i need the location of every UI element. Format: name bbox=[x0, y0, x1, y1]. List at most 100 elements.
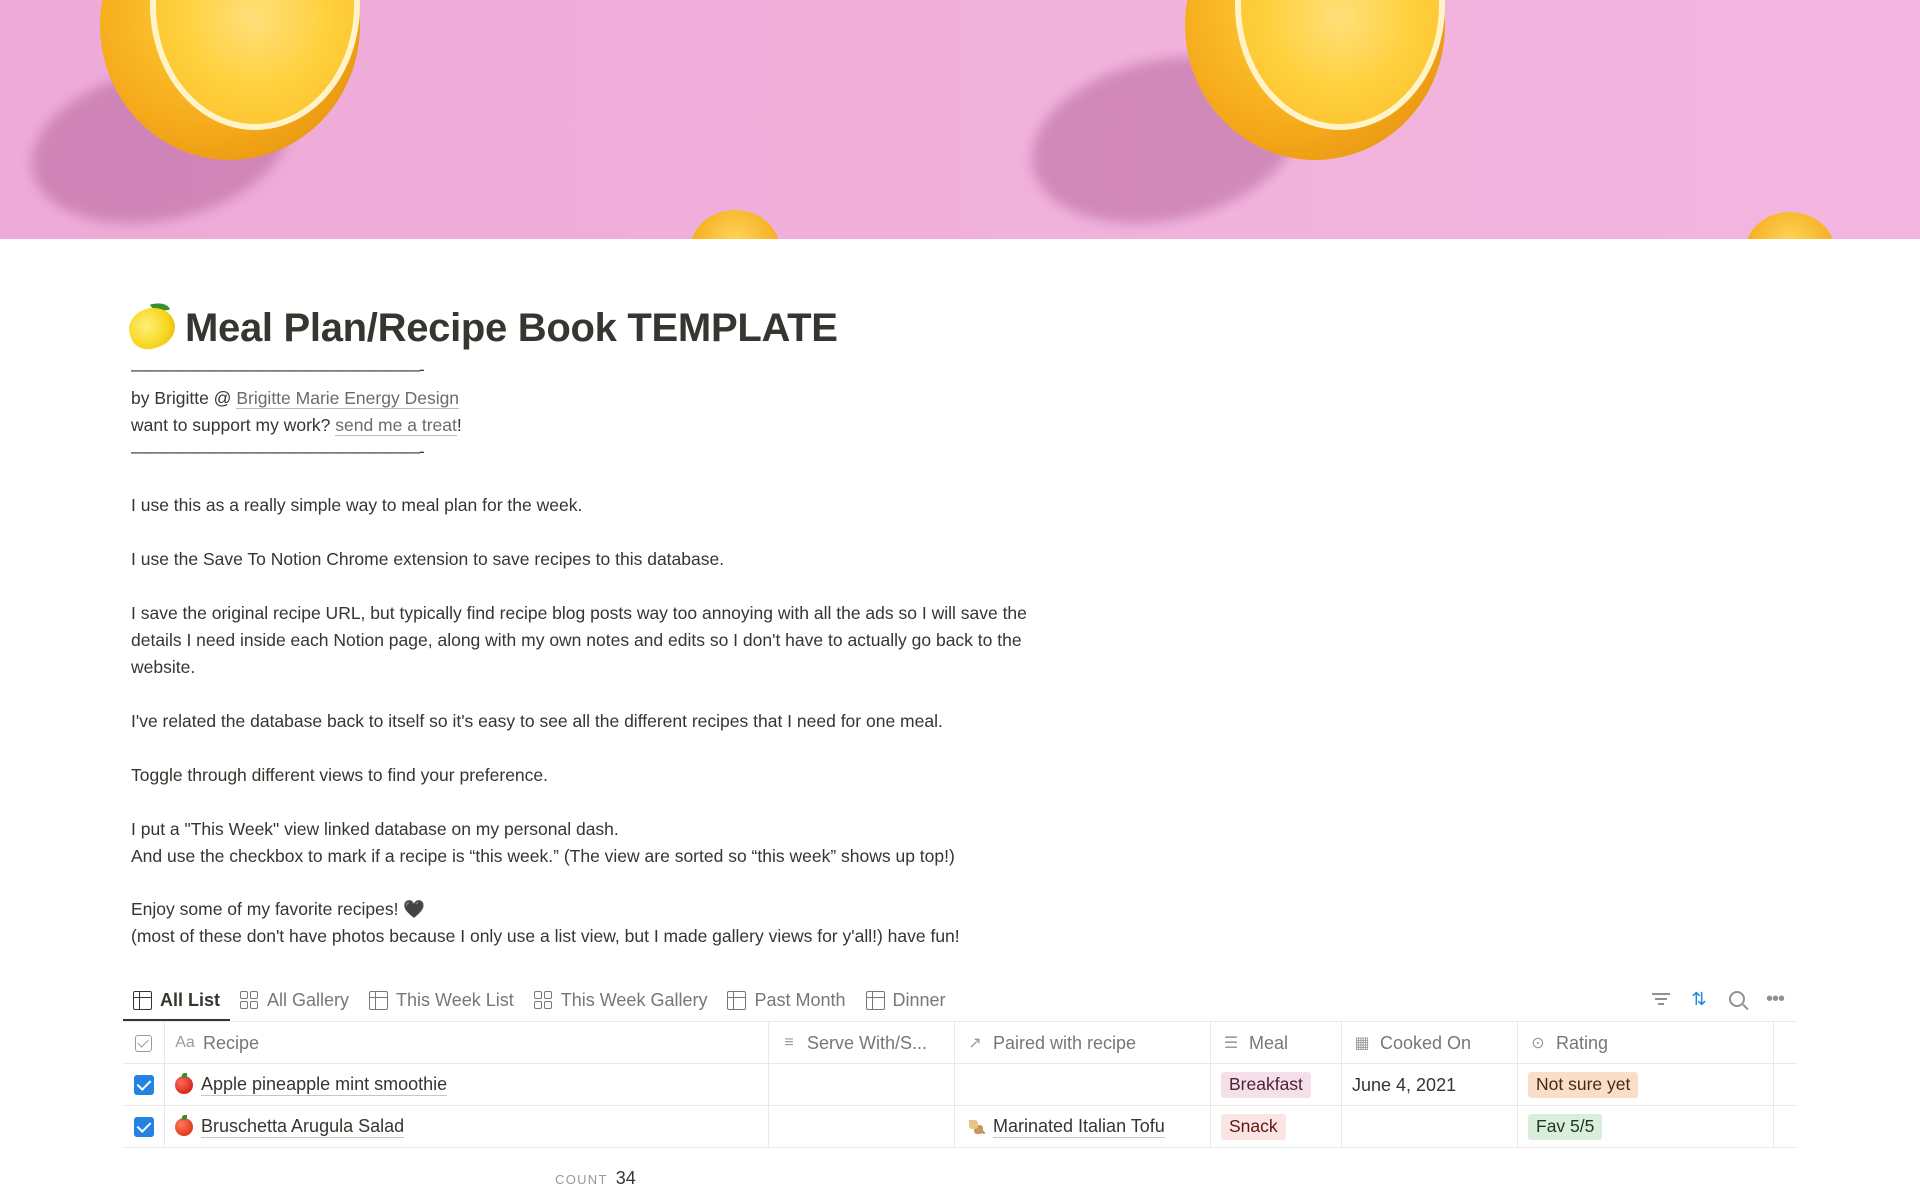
serve-with-cell[interactable] bbox=[769, 1064, 955, 1106]
row-spacer bbox=[1774, 1106, 1797, 1148]
column-header-label: Rating bbox=[1556, 1032, 1609, 1053]
select-icon: ⊙ bbox=[1531, 1035, 1545, 1052]
rating-cell[interactable]: Not sure yet bbox=[1518, 1064, 1774, 1106]
column-header-label: Serve With/S... bbox=[807, 1032, 928, 1053]
column-header-label: Meal bbox=[1249, 1032, 1289, 1053]
row-checkbox-cell[interactable] bbox=[123, 1064, 165, 1106]
this-week-checkbox[interactable] bbox=[133, 1117, 154, 1137]
filter-icon bbox=[1652, 992, 1670, 1006]
relation-arrow-icon: ↗ bbox=[968, 1035, 982, 1052]
gallery-icon bbox=[533, 990, 553, 1010]
paragraph: And use the checkbox to mark if a recipe… bbox=[131, 846, 955, 866]
meal-cell[interactable]: Snack bbox=[1211, 1106, 1342, 1148]
support-suffix: ! bbox=[456, 415, 462, 435]
tomato-icon bbox=[175, 1115, 193, 1136]
cooked-on-cell[interactable]: June 4, 2021 bbox=[1342, 1064, 1518, 1106]
gallery-icon bbox=[240, 990, 259, 1010]
more-options-button[interactable]: ••• bbox=[1764, 984, 1786, 1014]
row-count[interactable]: COUNT 34 bbox=[555, 1168, 636, 1189]
table-row[interactable]: Apple pineapple mint smoothie Breakfast … bbox=[123, 1064, 1797, 1106]
paragraph: I save the original recipe URL, but typi… bbox=[131, 603, 1027, 623]
row-spacer bbox=[1774, 1064, 1797, 1106]
byline: by Brigitte @ Brigitte Marie Energy Desi… bbox=[131, 388, 460, 409]
tab-label: Past Month bbox=[754, 989, 846, 1010]
skewer-icon bbox=[965, 1117, 985, 1137]
table-icon bbox=[865, 990, 885, 1010]
cooked-on-cell[interactable] bbox=[1342, 1106, 1518, 1148]
tab-label: This Week Gallery bbox=[560, 989, 708, 1010]
table-header-row: Aa Recipe ≡ Serve With/S... ↗ Paired wit… bbox=[123, 1022, 1797, 1064]
paragraph: I use the Save To Notion Chrome extensio… bbox=[131, 549, 725, 569]
support-line: want to support my work? send me a treat… bbox=[131, 415, 462, 436]
row-checkbox-cell[interactable] bbox=[123, 1106, 165, 1148]
paragraph: I use this as a really simple way to mea… bbox=[131, 495, 583, 515]
serve-with-cell[interactable] bbox=[769, 1106, 955, 1148]
tab-past-month[interactable]: Past Month bbox=[717, 980, 855, 1020]
rating-tag: Not sure yet bbox=[1528, 1072, 1639, 1098]
title-aa-icon: Aa bbox=[175, 1034, 195, 1051]
page-cover-image[interactable] bbox=[0, 0, 1920, 239]
tab-all-list[interactable]: All List bbox=[123, 980, 231, 1022]
paired-cell[interactable] bbox=[955, 1064, 1211, 1106]
table-icon bbox=[133, 990, 152, 1010]
table-row[interactable]: Bruschetta Arugula Salad Marinated Itali… bbox=[123, 1106, 1797, 1148]
divider-text: ——————————————————- bbox=[131, 360, 425, 379]
divider-text: ——————————————————- bbox=[131, 442, 425, 461]
byline-prefix: by Brigitte @ bbox=[131, 388, 237, 408]
checkbox-icon bbox=[135, 1034, 152, 1052]
tab-this-week-gallery[interactable]: This Week Gallery bbox=[524, 980, 718, 1020]
paragraph: I've related the database back to itself… bbox=[131, 711, 943, 731]
count-label: COUNT bbox=[555, 1172, 608, 1187]
filter-button[interactable] bbox=[1650, 984, 1672, 1014]
tab-all-gallery[interactable]: All Gallery bbox=[230, 980, 359, 1020]
lemon-icon[interactable] bbox=[123, 299, 181, 355]
paragraph: details I need inside each Notion page, … bbox=[131, 630, 1022, 650]
cooked-on-value: June 4, 2021 bbox=[1352, 1074, 1457, 1095]
paired-recipe-link[interactable]: Marinated Italian Tofu bbox=[993, 1116, 1165, 1139]
recipe-title[interactable]: Apple pineapple mint smoothie bbox=[201, 1074, 448, 1097]
meal-tag: Snack bbox=[1221, 1114, 1286, 1140]
recipe-cell[interactable]: Bruschetta Arugula Salad bbox=[165, 1106, 769, 1148]
paragraph: I put a "This Week" view linked database… bbox=[131, 819, 619, 839]
meal-cell[interactable]: Breakfast bbox=[1211, 1064, 1342, 1106]
recipe-cell[interactable]: Apple pineapple mint smoothie bbox=[165, 1064, 769, 1106]
page-title-text[interactable]: Meal Plan/Recipe Book TEMPLATE bbox=[185, 306, 838, 351]
tab-this-week-list[interactable]: This Week List bbox=[359, 980, 524, 1020]
paragraph: website. bbox=[131, 657, 196, 677]
tab-dinner[interactable]: Dinner bbox=[856, 980, 956, 1020]
recipe-title[interactable]: Bruschetta Arugula Salad bbox=[201, 1116, 405, 1139]
column-header-meal[interactable]: ☰ Meal bbox=[1211, 1022, 1342, 1064]
paragraph: (most of these don't have photos because… bbox=[131, 926, 960, 946]
sort-button[interactable]: ⇅ bbox=[1688, 984, 1710, 1014]
tab-label: All Gallery bbox=[267, 989, 350, 1010]
tab-label: This Week List bbox=[396, 989, 514, 1010]
column-header-label: Recipe bbox=[203, 1032, 260, 1053]
rating-cell[interactable]: Fav 5/5 bbox=[1518, 1106, 1774, 1148]
paragraph: Toggle through different views to find y… bbox=[131, 765, 549, 785]
text-lines-icon: ≡ bbox=[784, 1034, 794, 1051]
byline-link[interactable]: Brigitte Marie Energy Design bbox=[236, 388, 460, 409]
column-header-recipe[interactable]: Aa Recipe bbox=[165, 1022, 769, 1064]
column-header-rating[interactable]: ⊙ Rating bbox=[1518, 1022, 1774, 1064]
column-header-checkbox[interactable] bbox=[123, 1022, 165, 1064]
column-header-add[interactable] bbox=[1774, 1022, 1797, 1064]
table-icon bbox=[727, 990, 747, 1010]
search-icon bbox=[1729, 991, 1745, 1007]
sort-icon: ⇅ bbox=[1691, 988, 1707, 1009]
view-actions: ⇅ ••• bbox=[1650, 984, 1786, 1014]
rating-tag: Fav 5/5 bbox=[1528, 1114, 1603, 1140]
search-button[interactable] bbox=[1726, 984, 1748, 1014]
recipe-table: Aa Recipe ≡ Serve With/S... ↗ Paired wit… bbox=[123, 1022, 1797, 1148]
support-link[interactable]: send me a treat bbox=[335, 415, 457, 436]
this-week-checkbox[interactable] bbox=[133, 1075, 154, 1095]
paired-cell[interactable]: Marinated Italian Tofu bbox=[955, 1106, 1211, 1148]
more-icon: ••• bbox=[1765, 987, 1785, 1010]
column-header-paired[interactable]: ↗ Paired with recipe bbox=[955, 1022, 1211, 1064]
paragraph: Enjoy some of my favorite recipes! 🖤 bbox=[131, 899, 426, 919]
page-title[interactable]: Meal Plan/Recipe Book TEMPLATE bbox=[123, 299, 838, 355]
column-header-cooked-on[interactable]: ▦ Cooked On bbox=[1342, 1022, 1518, 1064]
column-header-serve-with[interactable]: ≡ Serve With/S... bbox=[769, 1022, 955, 1064]
list-icon: ☰ bbox=[1223, 1035, 1239, 1052]
database-view-tabs: All List All Gallery This Week List This… bbox=[123, 980, 956, 1022]
tab-label: Dinner bbox=[892, 989, 946, 1010]
